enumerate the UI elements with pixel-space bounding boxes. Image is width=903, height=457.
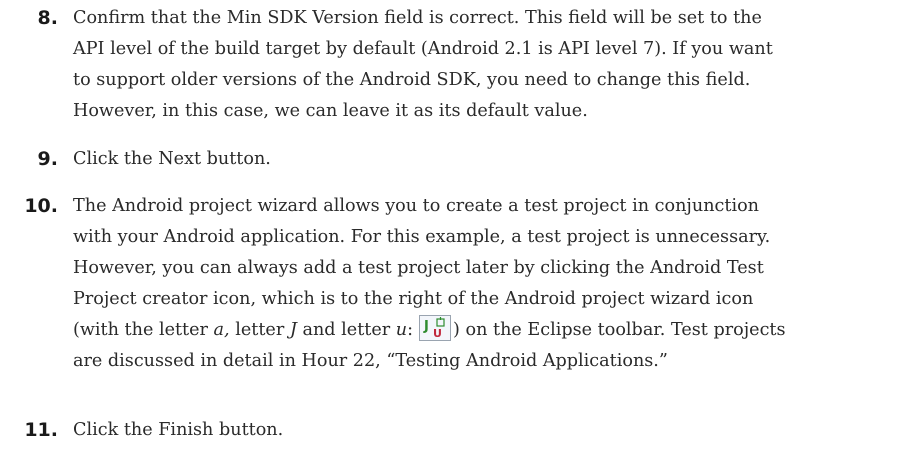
svg-text:U: U (433, 327, 442, 339)
text-fragment: letter (229, 320, 290, 340)
svg-text:J: J (423, 319, 429, 334)
text-fragment: (with the letter (73, 320, 214, 340)
text-fragment: : (407, 320, 414, 340)
text-line-with-icon: (with the letter a, letter J and letter … (73, 315, 893, 346)
letter-j: J (289, 320, 297, 340)
text-line: Project creator icon, which is to the ri… (73, 289, 754, 309)
junit-test-project-icon: J U (419, 315, 452, 341)
step-text: Click the Next button. (73, 144, 893, 175)
junit-icon-glyph: J U (423, 317, 445, 339)
step-number: 10. (24, 195, 58, 217)
text-line: Click the Next button. (73, 149, 271, 169)
text-fragment: ) on the Eclipse toolbar. Test projects (453, 320, 786, 340)
step-number: 9. (37, 148, 58, 170)
text-line: to support older versions of the Android… (73, 70, 751, 90)
text-line: However, in this case, we can leave it a… (73, 101, 588, 121)
text-line: Confirm that the Min SDK Version field i… (73, 8, 762, 28)
step-number: 11. (24, 419, 58, 441)
text-line: However, you can always add a test proje… (73, 258, 764, 278)
step-text: Click the Finish button. (73, 415, 893, 446)
text-line: API level of the build target by default… (73, 39, 773, 59)
text-line: Click the Finish button. (73, 420, 284, 440)
text-line: The Android project wizard allows you to… (73, 196, 760, 216)
step-number: 8. (37, 7, 58, 29)
step-text: The Android project wizard allows you to… (73, 191, 893, 377)
step-text: Confirm that the Min SDK Version field i… (73, 3, 893, 127)
text-line: with your Android application. For this … (73, 227, 771, 247)
letter-a: a, (213, 320, 230, 340)
letter-u: u (395, 320, 408, 340)
text-line: are discussed in detail in Hour 22, “Tes… (73, 351, 668, 371)
text-fragment: and letter (296, 320, 396, 340)
